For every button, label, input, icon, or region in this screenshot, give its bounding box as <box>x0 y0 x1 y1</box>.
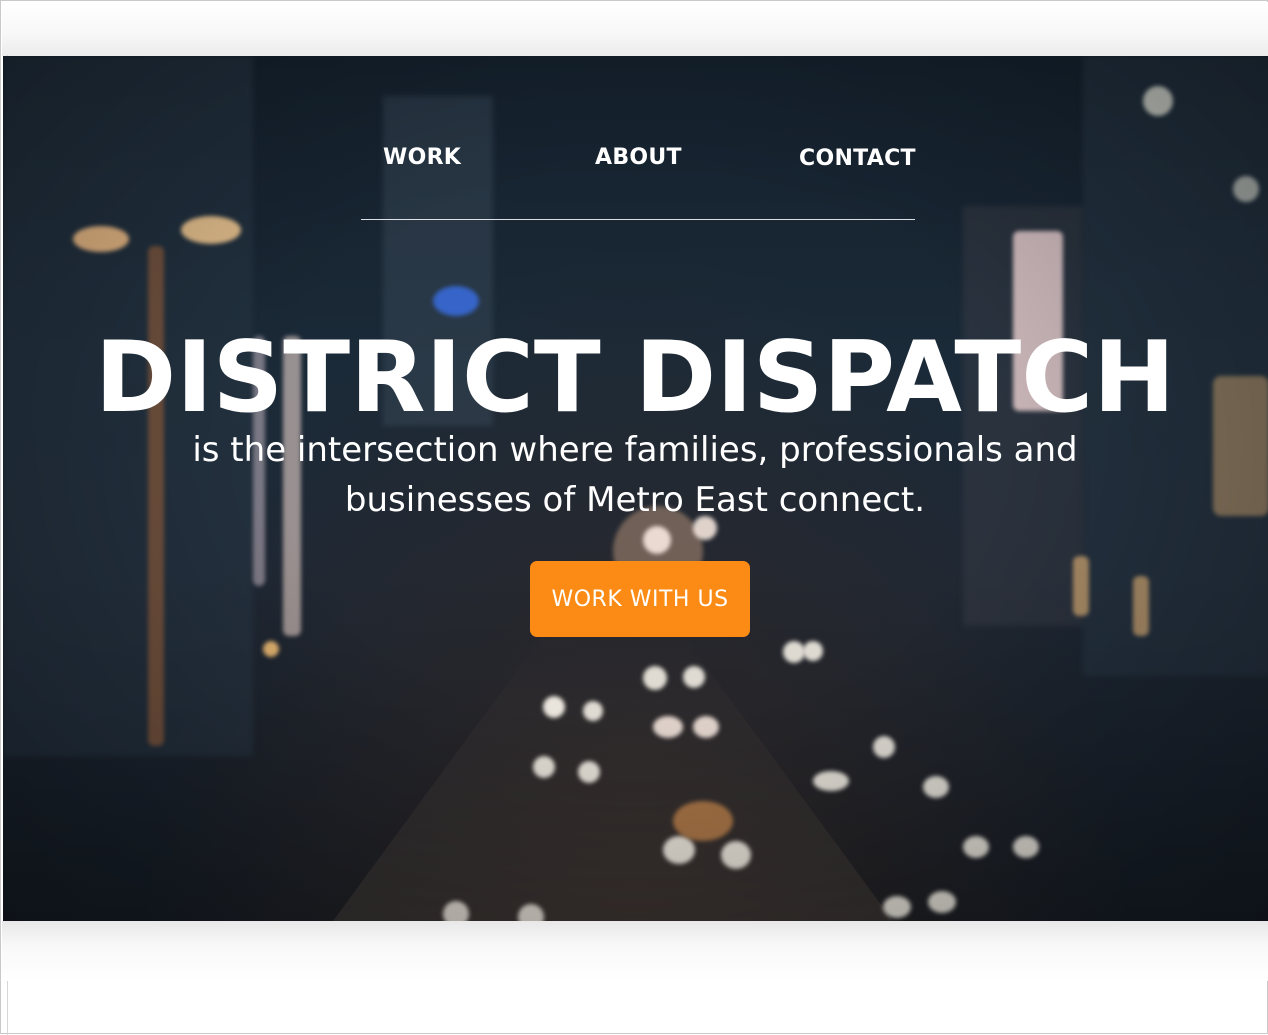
light-blue <box>433 286 479 316</box>
bokeh <box>928 891 956 913</box>
bokeh <box>803 641 823 661</box>
hero-title: DISTRICT DISPATCH <box>94 321 1176 435</box>
bokeh <box>643 666 667 690</box>
street-light <box>73 226 129 252</box>
work-with-us-button[interactable]: WORK WITH US <box>530 561 750 637</box>
bokeh <box>873 736 895 758</box>
bokeh <box>663 836 695 864</box>
bokeh <box>721 841 751 869</box>
bokeh <box>783 641 805 663</box>
bokeh <box>443 901 469 921</box>
nav-link-about[interactable]: ABOUT <box>595 145 682 170</box>
bokeh <box>923 776 949 798</box>
hero-subtitle: is the intersection where families, prof… <box>192 430 1078 520</box>
bokeh <box>583 701 603 721</box>
page-frame: WORK ABOUT CONTACT DISTRICT DISPATCH is … <box>0 0 1268 1035</box>
light-dot <box>1233 176 1259 202</box>
bokeh <box>543 696 565 718</box>
bokeh <box>578 761 600 783</box>
nav-link-contact[interactable]: CONTACT <box>799 146 916 171</box>
hero-road <box>333 616 893 921</box>
bokeh <box>653 716 683 738</box>
bokeh <box>533 756 555 778</box>
street-light <box>181 216 241 244</box>
bokeh <box>1013 836 1039 858</box>
bokeh <box>683 666 705 688</box>
bokeh <box>1133 576 1149 636</box>
bottom-shadow <box>2 921 1268 981</box>
bokeh <box>963 836 989 858</box>
light-dot <box>1143 86 1173 116</box>
bokeh <box>883 896 911 918</box>
main-nav: WORK ABOUT CONTACT <box>361 141 916 220</box>
bokeh <box>673 801 733 841</box>
nav-link-work[interactable]: WORK <box>383 145 461 170</box>
bokeh <box>263 641 279 657</box>
bokeh <box>693 716 719 738</box>
bokeh <box>643 526 671 554</box>
bokeh <box>813 771 849 791</box>
top-shadow <box>2 2 1268 56</box>
bokeh <box>1073 556 1089 616</box>
